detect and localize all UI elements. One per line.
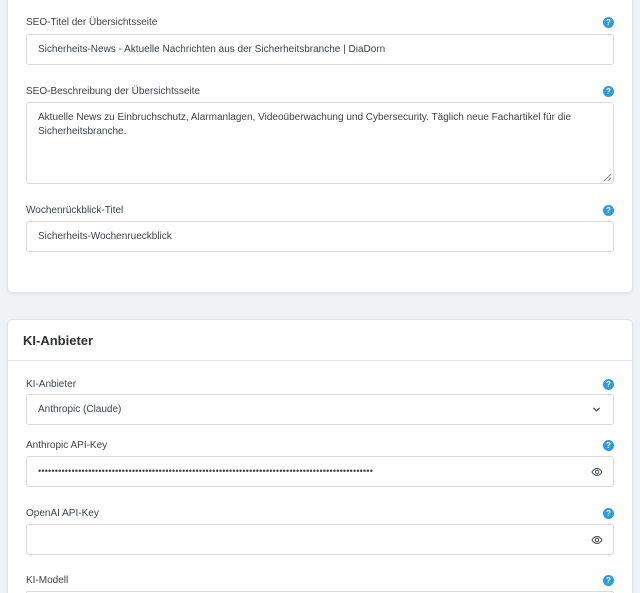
help-icon[interactable]: ? <box>603 17 614 28</box>
ki-provider-select[interactable]: Anthropic (Claude) <box>26 394 614 425</box>
anthropic-key-masked-value: ••••••••••••••••••••••••••••••••••••••••… <box>38 466 374 476</box>
ki-provider-selected-value: Anthropic (Claude) <box>38 404 122 415</box>
weekly-title-input[interactable] <box>26 221 614 252</box>
seo-description-text: Aktuelle News zu Einbruchschutz, Alarman… <box>38 112 572 137</box>
resize-handle-icon[interactable] <box>604 174 611 181</box>
openai-key-input[interactable] <box>26 524 614 555</box>
help-icon[interactable]: ? <box>603 205 614 216</box>
card-header: KI-Anbieter <box>8 320 632 361</box>
help-icon[interactable]: ? <box>603 86 614 97</box>
weekly-title-label: Wochenrückblick-Titel <box>26 205 124 216</box>
ki-model-label: KI-Modell <box>26 575 69 586</box>
chevron-down-icon <box>593 407 600 412</box>
help-icon[interactable]: ? <box>603 508 614 519</box>
anthropic-key-label: Anthropic API-Key <box>26 440 108 451</box>
openai-key-label: OpenAI API-Key <box>26 508 99 519</box>
help-icon[interactable]: ? <box>603 379 614 390</box>
anthropic-key-input[interactable]: ••••••••••••••••••••••••••••••••••••••••… <box>26 456 614 487</box>
help-icon[interactable]: ? <box>603 440 614 451</box>
seo-description-label: SEO-Beschreibung der Übersichtsseite <box>26 86 200 97</box>
ki-provider-label: KI-Anbieter <box>26 379 77 390</box>
section-title: KI-Anbieter <box>23 333 94 348</box>
seo-title-label: SEO-Titel der Übersichtsseite <box>26 17 158 28</box>
seo-description-textarea[interactable]: Aktuelle News zu Einbruchschutz, Alarman… <box>26 102 614 184</box>
eye-icon[interactable] <box>591 466 603 478</box>
seo-title-input[interactable] <box>26 34 614 65</box>
help-icon[interactable]: ? <box>603 575 614 586</box>
eye-icon[interactable] <box>591 534 603 546</box>
